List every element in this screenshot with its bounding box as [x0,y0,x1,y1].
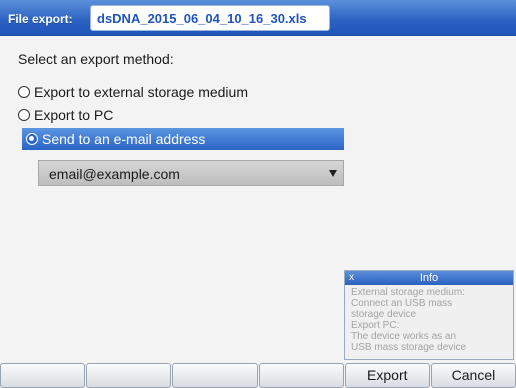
filename-field[interactable]: dsDNA_2015_06_04_10_16_30.xls [90,5,330,31]
info-line: Connect an USB mass [351,298,453,309]
email-address-select[interactable]: email@example.com [38,160,344,186]
export-button[interactable]: Export [344,363,430,388]
option-email[interactable]: Send to an e-mail address [22,128,344,150]
email-select-value: email@example.com [49,166,180,182]
option-label: Export to PC [34,107,114,123]
softkey-bar: Export Cancel [0,363,516,388]
radio-button-icon[interactable] [18,109,30,121]
export-method-prompt: Select an export method: [18,51,174,67]
close-icon[interactable]: x [349,271,354,285]
info-header: x Info [345,271,513,285]
info-line: Export PC: [351,320,400,331]
softkey-1[interactable] [0,363,86,388]
option-export-pc[interactable]: Export to PC [18,105,113,125]
softkey-3[interactable] [172,363,258,388]
softkey-2[interactable] [86,363,172,388]
info-panel: x Info External storage medium: Connect … [344,270,514,360]
info-title: Info [419,272,439,284]
option-label: Send to an e-mail address [42,131,206,147]
info-line: storage device [351,309,417,320]
radio-button-icon[interactable] [18,86,30,98]
info-body: External storage medium: Connect an USB … [345,285,513,353]
title-label: File export: [8,12,73,26]
info-line: External storage medium: [351,287,465,298]
info-line: USB mass storage device [351,342,467,353]
option-external-storage[interactable]: Export to external storage medium [18,82,248,102]
dropdown-arrow-icon[interactable] [329,170,337,177]
option-label: Export to external storage medium [34,84,248,100]
cancel-button[interactable]: Cancel [430,363,516,388]
title-bar: File export: dsDNA_2015_06_04_10_16_30.x… [0,0,516,36]
info-line: The device works as an [351,331,457,342]
softkey-4[interactable] [258,363,344,388]
radio-selected-icon[interactable] [26,133,38,145]
